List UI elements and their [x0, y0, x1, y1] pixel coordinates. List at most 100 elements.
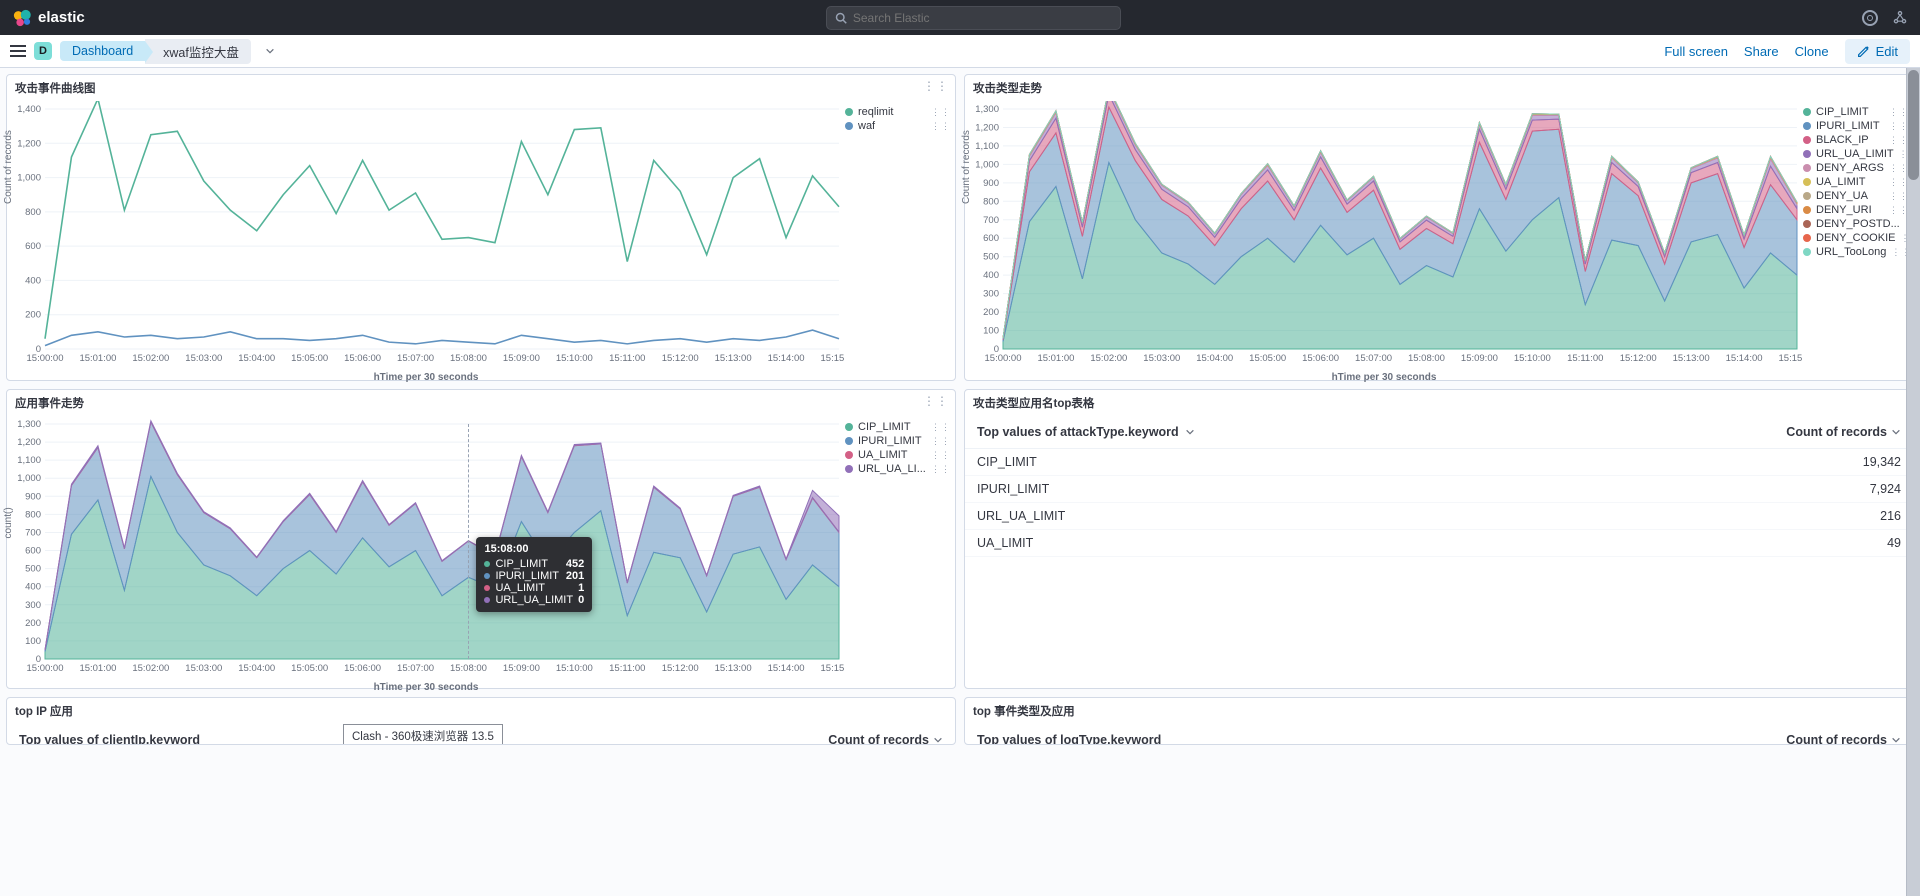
- svg-text:15:13:00: 15:13:00: [715, 663, 752, 674]
- svg-text:15:05:00: 15:05:00: [291, 353, 328, 364]
- app-header: D Dashboard xwaf监控大盘 Full screen Share C…: [0, 35, 1920, 68]
- svg-text:600: 600: [25, 546, 41, 557]
- svg-text:1,200: 1,200: [17, 437, 41, 448]
- chart-area[interactable]: 01002003004005006007008009001,0001,1001,…: [965, 101, 1803, 381]
- legend-item[interactable]: URL_UA_LI...⋮⋮: [845, 462, 951, 476]
- panel-options-icon[interactable]: ⋮⋮: [923, 79, 949, 93]
- svg-text:1,000: 1,000: [17, 173, 41, 184]
- pencil-icon: [1857, 45, 1870, 58]
- full-screen-button[interactable]: Full screen: [1664, 44, 1728, 59]
- svg-text:15:13:00: 15:13:00: [1673, 353, 1710, 364]
- breadcrumb-dashboard[interactable]: Dashboard: [60, 41, 145, 61]
- legend-item[interactable]: waf⋮⋮: [845, 119, 951, 133]
- col-header[interactable]: Top values of attackType.keyword: [977, 425, 1179, 439]
- legend-item[interactable]: UA_LIMIT⋮⋮: [1803, 175, 1909, 189]
- svg-text:15:11:00: 15:11:00: [609, 353, 645, 364]
- legend-item[interactable]: reqlimit⋮⋮: [845, 105, 951, 119]
- svg-text:15:07:00: 15:07:00: [1355, 353, 1392, 364]
- svg-text:15:12:00: 15:12:00: [662, 663, 699, 674]
- svg-text:15:03:00: 15:03:00: [185, 663, 222, 674]
- svg-text:15:08:00: 15:08:00: [450, 663, 487, 674]
- svg-text:700: 700: [983, 215, 999, 226]
- legend-item[interactable]: BLACK_IP⋮⋮: [1803, 133, 1909, 147]
- chevron-down-icon[interactable]: [1891, 735, 1901, 745]
- svg-text:15:02:00: 15:02:00: [132, 353, 169, 364]
- chart-area[interactable]: 01002003004005006007008009001,0001,1001,…: [7, 416, 845, 691]
- svg-text:1,300: 1,300: [17, 419, 41, 430]
- svg-text:15:11:00: 15:11:00: [609, 663, 645, 674]
- table-row[interactable]: UA_LIMIT49: [965, 530, 1913, 557]
- svg-text:800: 800: [25, 207, 41, 218]
- svg-text:600: 600: [983, 233, 999, 244]
- svg-text:15:14:00: 15:14:00: [768, 353, 805, 364]
- chevron-down-icon[interactable]: [1891, 427, 1901, 437]
- space-badge[interactable]: D: [34, 42, 52, 60]
- table-row[interactable]: CIP_LIMIT19,342: [965, 449, 1913, 476]
- breadcrumb-current: xwaf监控大盘: [145, 39, 251, 64]
- svg-text:1,100: 1,100: [17, 455, 41, 466]
- x-axis-label: hTime per 30 seconds: [374, 372, 479, 383]
- svg-text:600: 600: [25, 241, 41, 252]
- svg-text:1,400: 1,400: [17, 104, 41, 115]
- legend-item[interactable]: CIP_LIMIT⋮⋮: [1803, 105, 1909, 119]
- legend-item[interactable]: DENY_URI⋮⋮: [1803, 203, 1909, 217]
- legend: reqlimit⋮⋮waf⋮⋮: [845, 101, 955, 381]
- y-axis-label: count(): [3, 507, 14, 538]
- share-button[interactable]: Share: [1744, 44, 1779, 59]
- svg-text:900: 900: [25, 491, 41, 502]
- table-row[interactable]: IPURI_LIMIT7,924: [965, 476, 1913, 503]
- global-search[interactable]: [826, 6, 1121, 30]
- svg-text:15:10:00: 15:10:00: [1514, 353, 1551, 364]
- y-axis-label: Count of records: [961, 130, 972, 204]
- panel-title: 攻击事件曲线图: [7, 75, 955, 101]
- nav-toggle-icon[interactable]: [10, 45, 26, 57]
- scrollbar-track[interactable]: [1906, 68, 1920, 896]
- svg-text:1,000: 1,000: [975, 159, 999, 170]
- panel-attack-type-top-table: 攻击类型应用名top表格 Top values of attackType.ke…: [964, 389, 1914, 689]
- legend-item[interactable]: IPURI_LIMIT⋮⋮: [845, 434, 951, 448]
- legend-item[interactable]: DENY_ARGS⋮⋮: [1803, 161, 1909, 175]
- search-icon: [835, 12, 847, 24]
- legend-item[interactable]: CIP_LIMIT⋮⋮: [845, 420, 951, 434]
- legend-item[interactable]: IPURI_LIMIT⋮⋮: [1803, 119, 1909, 133]
- svg-text:15:03:00: 15:03:00: [1143, 353, 1180, 364]
- legend-item[interactable]: DENY_COOKIE⋮⋮: [1803, 231, 1909, 245]
- svg-text:15:05:00: 15:05:00: [291, 663, 328, 674]
- clone-button[interactable]: Clone: [1795, 44, 1829, 59]
- col-header[interactable]: Count of records: [1786, 425, 1887, 439]
- svg-text:15:15:00: 15:15:00: [821, 353, 845, 364]
- svg-text:15:01:00: 15:01:00: [79, 663, 116, 674]
- svg-text:15:09:00: 15:09:00: [1461, 353, 1498, 364]
- chevron-down-icon[interactable]: [265, 46, 275, 56]
- chevron-down-icon[interactable]: [1185, 427, 1195, 437]
- svg-text:15:04:00: 15:04:00: [1196, 353, 1233, 364]
- col-header[interactable]: Count of records: [828, 733, 929, 745]
- edit-button[interactable]: Edit: [1845, 39, 1910, 64]
- svg-text:15:06:00: 15:06:00: [1302, 353, 1339, 364]
- legend-item[interactable]: UA_LIMIT⋮⋮: [845, 448, 951, 462]
- search-input[interactable]: [853, 11, 1112, 25]
- col-header[interactable]: Count of records: [1786, 733, 1887, 745]
- legend-item[interactable]: URL_UA_LIMIT⋮⋮: [1803, 147, 1909, 161]
- x-axis-label: hTime per 30 seconds: [374, 682, 479, 693]
- legend-item[interactable]: DENY_POSTD...⋮⋮: [1803, 217, 1909, 231]
- legend-item[interactable]: DENY_UA⋮⋮: [1803, 189, 1909, 203]
- panel-options-icon[interactable]: ⋮⋮: [923, 394, 949, 408]
- col-header[interactable]: Top values of clientIp.keyword: [19, 733, 200, 745]
- col-header[interactable]: Top values of logType.keyword: [977, 733, 1161, 745]
- svg-text:500: 500: [25, 564, 41, 575]
- chart-area[interactable]: 02004006008001,0001,2001,40015:00:0015:0…: [7, 101, 845, 381]
- svg-text:800: 800: [25, 509, 41, 520]
- table-header: Top values of attackType.keyword Count o…: [965, 416, 1913, 449]
- svg-text:15:00:00: 15:00:00: [985, 353, 1022, 364]
- chevron-down-icon[interactable]: [933, 735, 943, 745]
- help-icon[interactable]: [1892, 10, 1908, 26]
- elastic-logo[interactable]: elastic: [12, 8, 85, 28]
- newsfeed-icon[interactable]: [1862, 10, 1878, 26]
- panel-title: 攻击类型走势: [965, 75, 1913, 101]
- svg-text:400: 400: [983, 270, 999, 281]
- panel-app-events-trend: 应用事件走势 ⋮⋮ 01002003004005006007008009001,…: [6, 389, 956, 689]
- legend-item[interactable]: URL_TooLong⋮⋮: [1803, 245, 1909, 259]
- scrollbar-thumb[interactable]: [1908, 70, 1919, 180]
- table-row[interactable]: URL_UA_LIMIT216: [965, 503, 1913, 530]
